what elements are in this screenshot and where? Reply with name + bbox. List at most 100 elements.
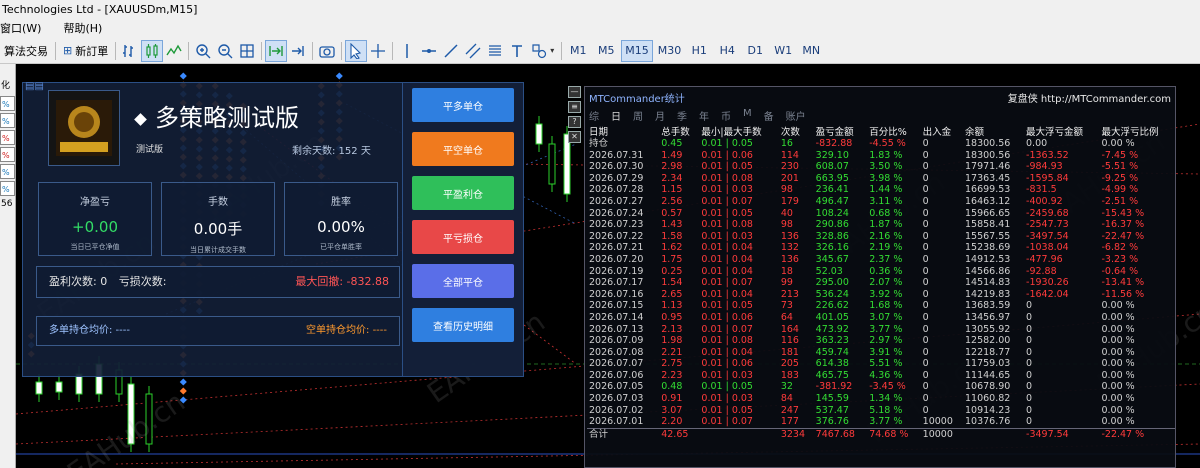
timeframe-m30[interactable]: M30 [655, 40, 685, 62]
table-cell: 230 [780, 161, 799, 173]
table-cell: 2026.07.05 [589, 381, 644, 393]
table-cell: 1.43 [661, 219, 683, 231]
chevron-down-icon[interactable]: ▾ [550, 46, 554, 55]
timeframe-m1[interactable]: M1 [565, 40, 591, 62]
close-all-button[interactable]: 全部平仓 [412, 264, 514, 298]
column-header[interactable]: 最小|最大手数 [699, 124, 778, 138]
view-history-button[interactable]: 查看历史明细 [412, 308, 514, 342]
table-cell: 329.10 [815, 149, 849, 161]
mtc-tab[interactable]: M [743, 108, 752, 123]
menu-item-window[interactable]: 窗口(W) [0, 20, 41, 38]
screenshot-icon[interactable] [316, 40, 338, 62]
shapes-icon[interactable] [528, 40, 550, 62]
cursor-icon[interactable] [345, 39, 368, 62]
table-cell: -477.96 [1026, 253, 1063, 265]
table-row: 2026.07.31 1.49 0.01 | 0.06 114 329.10 1.83 %… [587, 150, 1175, 162]
zoom-in-icon[interactable] [192, 40, 214, 62]
close-profit-button[interactable]: 平盈利仓 [412, 176, 514, 210]
mtc-tab[interactable]: 币 [721, 108, 731, 123]
timeframe-w1[interactable]: W1 [770, 40, 796, 62]
channel-icon[interactable] [462, 40, 484, 62]
table-cell: 0 [922, 149, 929, 161]
timeframe-h4[interactable]: H4 [714, 40, 740, 62]
table-cell: -4.55 % [869, 138, 906, 149]
line-chart-icon[interactable] [163, 40, 185, 62]
column-header[interactable]: 最大浮亏比例 [1099, 124, 1175, 138]
timeframe-m5[interactable]: M5 [593, 40, 619, 62]
fibonacci-icon[interactable] [484, 40, 506, 62]
table-cell: 114 [780, 149, 799, 161]
table-cell: 0.01 | 0.06 [701, 311, 753, 323]
timeframe-m15[interactable]: M15 [621, 39, 653, 62]
text-icon[interactable] [506, 40, 528, 62]
column-header[interactable]: 百分比% [867, 124, 920, 138]
table-cell [963, 427, 1025, 442]
column-header[interactable]: 次数 [779, 124, 814, 138]
column-header[interactable]: 日期 [587, 124, 659, 138]
timeframe-d1[interactable]: D1 [742, 40, 768, 62]
close-loss-button[interactable]: 平亏损仓 [412, 220, 514, 254]
trendline-icon[interactable] [440, 40, 462, 62]
table-cell: 2026.07.21 [589, 242, 644, 254]
table-cell: 183 [780, 369, 799, 381]
timeframe-mn[interactable]: MN [798, 40, 824, 62]
table-cell: 2.21 [661, 346, 683, 358]
table-cell: 18 [780, 265, 793, 277]
mtc-tab[interactable]: 备 [764, 108, 774, 123]
table-cell: 1.87 % [869, 219, 903, 231]
grid-icon[interactable] [236, 40, 258, 62]
table-cell: 247 [780, 404, 799, 416]
mtc-tab[interactable]: 周 [633, 108, 643, 123]
algo-trading-button[interactable]: 算法交易 [0, 40, 52, 62]
max-drawdown: 最大回撤: -832.88 [295, 275, 389, 288]
table-cell: -0.64 % [1101, 265, 1139, 277]
chart-shift-icon[interactable] [287, 40, 309, 62]
diamond-icon [134, 112, 147, 126]
bar-chart-icon[interactable] [119, 40, 141, 62]
column-header[interactable]: 盈亏金额 [814, 124, 868, 138]
table-cell: 132 [780, 242, 799, 254]
autoscroll-icon[interactable] [265, 39, 288, 62]
left-strip-cell: % [0, 113, 15, 128]
minimize-icon[interactable]: — [568, 86, 581, 98]
mtc-tab[interactable]: 季 [677, 108, 687, 123]
menu-item-help[interactable]: 帮助(H) [63, 20, 102, 38]
zoom-out-icon[interactable] [214, 40, 236, 62]
table-cell: 64 [780, 311, 793, 323]
table-cell: 2026.07.16 [589, 288, 644, 300]
table-header-row: 日期 总手数 最小|最大手数 次数 盈亏金额 百分比% 出入金 余额 最大浮亏金额 最大浮亏比例 [587, 124, 1175, 138]
table-cell: 2026.07.02 [589, 404, 644, 416]
table-cell: 0 [922, 277, 929, 289]
new-order-button[interactable]: ⊞ 新訂單 [59, 40, 112, 62]
table-cell: 74.68 % [867, 427, 921, 442]
list-icon[interactable]: ≡ [568, 101, 581, 113]
column-header[interactable]: 出入金 [921, 124, 963, 138]
column-header[interactable]: 余额 [963, 124, 1024, 138]
mtc-tab[interactable]: 日 [611, 108, 621, 123]
table-cell: 0 [922, 358, 929, 370]
avg-price-row: 多单持仓均价: ---- 空单持仓均价: ---- [36, 316, 400, 346]
mtc-tab[interactable]: 账户 [786, 108, 806, 123]
mtc-tab[interactable]: 月 [655, 108, 665, 123]
vertical-line-icon[interactable] [396, 40, 418, 62]
panel-menu-icon[interactable]: ▤▤ [25, 81, 44, 92]
table-cell: 0 [922, 346, 929, 358]
stat-winrate: 胜率 0.00% 已平仓单胜率 [284, 182, 398, 256]
candlestick-icon[interactable] [141, 39, 164, 62]
column-header[interactable]: 最大浮亏金额 [1024, 124, 1099, 138]
mtc-tab[interactable]: 综 [589, 108, 599, 123]
timeframe-h1[interactable]: H1 [686, 40, 712, 62]
close-long-button[interactable]: 平多单仓 [412, 88, 514, 122]
mtc-tab[interactable]: 年 [699, 108, 709, 123]
mtc-link[interactable]: 复盘侠 http://MTCommander.com [1008, 90, 1171, 105]
help-icon[interactable]: ? [568, 116, 581, 128]
column-header[interactable]: 总手数 [659, 124, 699, 138]
crosshair-icon[interactable] [367, 40, 389, 62]
horizontal-line-icon[interactable] [418, 40, 440, 62]
toolbar: 算法交易 ⊞ 新訂單 ▾ M1 M5 M15 M30 H1 H4 D1 W1 M… [0, 38, 1200, 64]
table-cell: -2459.68 [1026, 207, 1069, 219]
table-row: 2026.07.16 2.65 0.01 | 0.04 213 536.24 3.92 %… [587, 289, 1175, 301]
table-row: 2026.07.19 0.25 0.01 | 0.04 18 52.03 0.36 % 0 1… [587, 266, 1175, 278]
close-short-button[interactable]: 平空单仓 [412, 132, 514, 166]
close-icon[interactable]: ✕ [568, 131, 581, 143]
